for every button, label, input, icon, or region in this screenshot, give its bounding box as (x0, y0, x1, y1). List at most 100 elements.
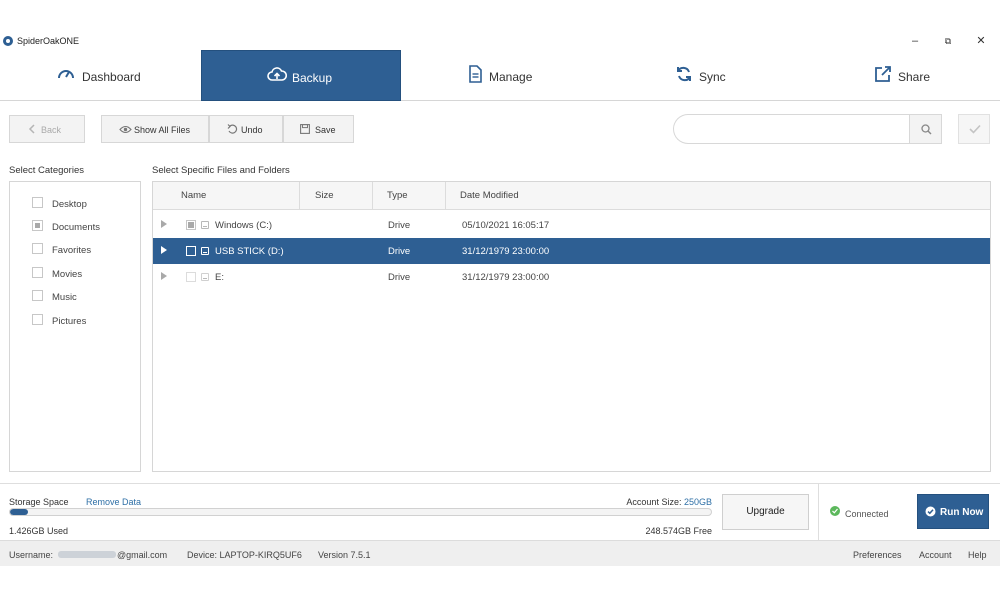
storage-used: 1.426GB Used (9, 526, 69, 536)
remove-data-link[interactable]: Remove Data (86, 497, 141, 507)
category-documents[interactable]: Documents (32, 220, 137, 234)
cloud-upload-icon (267, 67, 287, 81)
storage-panel: Storage Space Remove Data Account Size: … (0, 483, 1000, 540)
divider (818, 484, 819, 540)
column-divider[interactable] (299, 182, 300, 210)
file-modified: 05/10/2021 16:05:17 (462, 220, 550, 231)
username-label: Username: (9, 550, 54, 560)
column-header-size[interactable]: Size (315, 182, 333, 210)
tab-label: Sync (699, 70, 726, 84)
title-bar: SpiderOakONE – ⧉ ✕ (0, 30, 1000, 50)
undo-icon (227, 124, 238, 134)
table-row[interactable]: Windows (C:) Drive 05/10/2021 16:05:17 (153, 212, 990, 238)
upgrade-button[interactable]: Upgrade (722, 494, 809, 530)
expand-arrow-icon[interactable] (161, 246, 167, 254)
drive-icon (201, 247, 209, 255)
drive-icon (201, 273, 209, 281)
show-all-files-label: Show All Files (134, 125, 191, 135)
storage-usage-fill (10, 509, 28, 515)
tab-sync[interactable]: Sync (601, 50, 801, 101)
file-type: Drive (388, 246, 411, 257)
username-value: @gmail.com (117, 550, 168, 560)
tab-label: Share (898, 70, 931, 84)
checkbox[interactable] (32, 290, 43, 301)
connected-check-icon (830, 506, 840, 516)
tab-backup[interactable]: Backup (201, 50, 401, 101)
run-now-button[interactable]: Run Now (917, 494, 989, 529)
account-size-value: 250GB (683, 497, 712, 507)
undo-button[interactable]: Undo (209, 115, 283, 143)
username-redacted (58, 551, 116, 558)
category-desktop[interactable]: Desktop (32, 197, 137, 211)
checkbox[interactable] (32, 220, 43, 231)
category-label: Favorites (52, 245, 92, 256)
table-header: Name Size Type Date Modified (153, 182, 990, 210)
drive-icon (201, 221, 209, 229)
storage-free: 248.574GB Free (645, 526, 712, 536)
search-button[interactable] (909, 114, 942, 144)
undo-label: Undo (241, 125, 263, 135)
expand-arrow-icon[interactable] (161, 272, 167, 280)
column-divider[interactable] (445, 182, 446, 210)
tab-label: Dashboard (82, 70, 141, 84)
app-title: SpiderOakONE (17, 36, 80, 46)
table-row[interactable]: E: Drive 31/12/1979 23:00:00 (153, 264, 990, 290)
file-name: USB STICK (D:) (215, 246, 284, 257)
close-button[interactable]: ✕ (971, 32, 991, 50)
eye-icon (119, 125, 132, 134)
storage-space-label: Storage Space (9, 497, 69, 507)
file-modified: 31/12/1979 23:00:00 (462, 246, 550, 257)
back-button[interactable]: Back (9, 115, 85, 143)
save-icon (300, 124, 310, 134)
category-label: Desktop (52, 199, 87, 210)
category-music[interactable]: Music (32, 290, 137, 304)
account-size: Account Size: 250GB (560, 497, 712, 507)
checkbox[interactable] (186, 220, 196, 230)
file-name: Windows (C:) (215, 220, 273, 231)
tab-share[interactable]: Share (801, 50, 1000, 101)
checkbox[interactable] (32, 197, 43, 208)
column-header-date-modified[interactable]: Date Modified (460, 182, 519, 210)
chevron-left-icon (28, 124, 35, 134)
category-label: Pictures (52, 316, 87, 327)
file-type: Drive (388, 272, 411, 283)
main-tabs: Dashboard Backup Manage Sync Share (0, 50, 1000, 101)
account-link[interactable]: Account (919, 550, 952, 560)
connection-status: Connected (845, 509, 889, 519)
tab-dashboard[interactable]: Dashboard (0, 50, 200, 101)
minimize-button[interactable]: – (905, 32, 925, 50)
category-pictures[interactable]: Pictures (32, 314, 137, 328)
categories-panel: Desktop Documents Favorites Movies Music… (9, 181, 141, 472)
tab-manage[interactable]: Manage (401, 50, 601, 101)
category-label: Movies (52, 269, 83, 280)
table-row[interactable]: USB STICK (D:) Drive 31/12/1979 23:00:00 (153, 238, 990, 264)
category-label: Music (52, 292, 77, 303)
confirm-button[interactable] (958, 114, 990, 144)
account-size-label: Account Size: (626, 497, 682, 507)
expand-arrow-icon[interactable] (161, 220, 167, 228)
preferences-link[interactable]: Preferences (853, 550, 902, 560)
categories-header: Select Categories (9, 165, 84, 176)
category-favorites[interactable]: Favorites (32, 243, 137, 257)
check-circle-icon (925, 506, 936, 517)
column-header-type[interactable]: Type (387, 182, 408, 210)
restore-button[interactable]: ⧉ (938, 32, 958, 50)
column-divider[interactable] (372, 182, 373, 210)
tab-label: Backup (292, 71, 333, 85)
column-header-name[interactable]: Name (181, 182, 206, 210)
checkbox[interactable] (32, 267, 43, 278)
file-modified: 31/12/1979 23:00:00 (462, 272, 550, 283)
search-icon (921, 124, 932, 135)
checkbox[interactable] (186, 246, 196, 256)
show-all-files-button[interactable]: Show All Files (101, 115, 209, 143)
checkbox[interactable] (32, 314, 43, 325)
status-bar: Username: @gmail.com Device: LAPTOP-KIRQ… (0, 540, 1000, 566)
search-input[interactable] (673, 114, 911, 144)
checkbox[interactable] (32, 243, 43, 254)
save-button[interactable]: Save (283, 115, 354, 143)
help-link[interactable]: Help (968, 550, 987, 560)
share-icon (875, 66, 891, 82)
checkmark-icon (969, 124, 981, 134)
checkbox[interactable] (186, 272, 196, 282)
category-movies[interactable]: Movies (32, 267, 137, 281)
